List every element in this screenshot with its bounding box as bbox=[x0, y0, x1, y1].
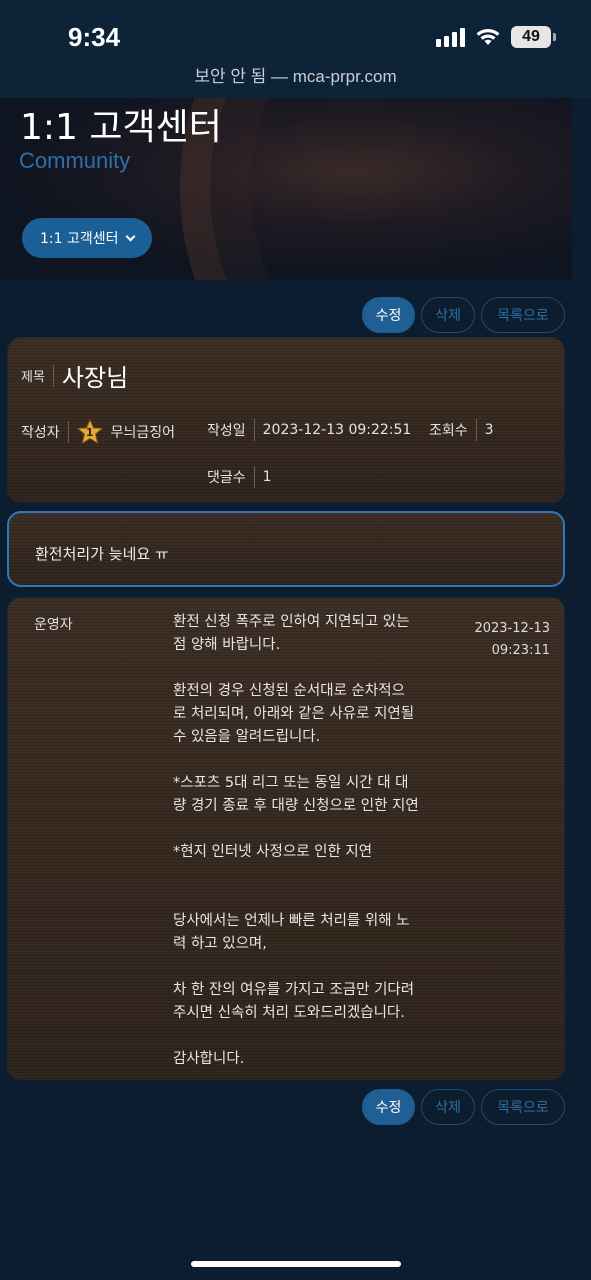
views-label: 조회수 bbox=[429, 423, 468, 439]
edit-button[interactable]: 수정 bbox=[362, 1089, 415, 1125]
status-icons: 49 bbox=[436, 26, 556, 48]
answer-panel: 운영자 환전 신청 폭주로 인하여 지연되고 있는 점 양해 바랍니다. 환전의… bbox=[7, 597, 565, 1080]
question-panel: 환전처리가 늦네요 ㅠ bbox=[7, 511, 565, 587]
home-indicator[interactable] bbox=[191, 1261, 401, 1267]
bottom-actions: 수정 삭제 목록으로 bbox=[362, 1089, 565, 1125]
page-title: 1:1 고객센터 bbox=[20, 107, 222, 148]
cellular-signal-icon bbox=[436, 27, 465, 47]
views-row: 조회수 3 bbox=[429, 419, 494, 441]
wifi-icon bbox=[476, 29, 500, 45]
edit-button[interactable]: 수정 bbox=[362, 297, 415, 333]
divider bbox=[253, 466, 255, 488]
post-date: 2023-12-13 09:22:51 bbox=[262, 422, 412, 438]
chevron-down-icon bbox=[125, 231, 135, 241]
author-level: 1 bbox=[85, 425, 94, 439]
date-row: 작성일 2023-12-13 09:22:51 bbox=[207, 419, 411, 441]
delete-button[interactable]: 삭제 bbox=[421, 297, 475, 333]
author-label: 작성자 bbox=[21, 425, 60, 441]
subject-label: 제목 bbox=[21, 370, 45, 385]
answer-datetime: 2023-12-13 09:23:11 bbox=[474, 618, 550, 662]
page-subtitle: Community bbox=[19, 148, 131, 173]
post-info-panel: 제목 사장님 작성자 1 무늬금징어 작성일 2023-12-13 09:22:… bbox=[7, 337, 565, 503]
category-dropdown[interactable]: 1:1 고객센터 bbox=[22, 218, 152, 258]
status-time: 9:34 bbox=[68, 22, 121, 52]
date-label: 작성일 bbox=[207, 423, 246, 439]
battery-icon: 49 bbox=[511, 26, 556, 48]
back-to-list-button[interactable]: 목록으로 bbox=[481, 1089, 565, 1125]
views-count: 3 bbox=[484, 422, 494, 438]
level-star-icon: 1 bbox=[76, 419, 103, 445]
top-actions: 수정 삭제 목록으로 bbox=[362, 297, 565, 333]
comments-count: 1 bbox=[262, 469, 272, 485]
post-subject: 사장님 bbox=[61, 364, 129, 392]
hero-banner: 1:1 고객센터 Community 1:1 고객센터 bbox=[0, 98, 572, 280]
answer-body: 환전 신청 폭주로 인하여 지연되고 있는 점 양해 바랍니다. 환전의 경우 … bbox=[173, 614, 419, 1067]
comments-label: 댓글수 bbox=[207, 470, 246, 486]
divider bbox=[475, 419, 477, 441]
subject-row: 제목 사장님 bbox=[21, 358, 128, 393]
comments-row: 댓글수 1 bbox=[207, 466, 272, 488]
divider bbox=[52, 364, 54, 387]
url-bar[interactable]: 보안 안 됨 — mca-prpr.com bbox=[0, 62, 591, 87]
question-text: 환전처리가 늦네요 ㅠ bbox=[35, 545, 169, 563]
answer-date: 2023-12-13 bbox=[474, 621, 550, 636]
author-row: 작성자 1 무늬금징어 bbox=[21, 419, 175, 445]
answer-time: 09:23:11 bbox=[491, 643, 550, 658]
author-name[interactable]: 무늬금징어 bbox=[111, 422, 175, 442]
delete-button[interactable]: 삭제 bbox=[421, 1089, 475, 1125]
answer-author: 운영자 bbox=[34, 617, 73, 633]
back-to-list-button[interactable]: 목록으로 bbox=[481, 297, 565, 333]
category-dropdown-label: 1:1 고객센터 bbox=[40, 231, 119, 247]
status-bar: 9:34 49 보안 안 됨 — mca-prpr.com bbox=[0, 0, 591, 98]
divider bbox=[253, 419, 255, 441]
divider bbox=[67, 421, 69, 443]
